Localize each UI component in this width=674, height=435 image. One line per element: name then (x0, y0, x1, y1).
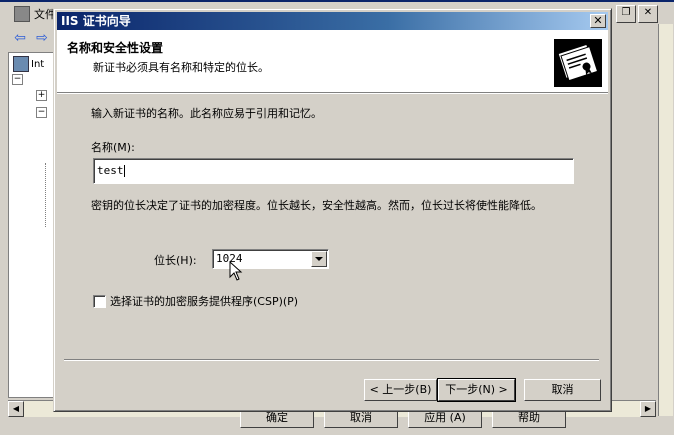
header-divider (57, 93, 608, 94)
dialog-titlebar[interactable]: IIS 证书向导 ✕ (57, 12, 608, 30)
certificate-icon (554, 39, 602, 87)
bg-tree-panel: Int − + − (8, 52, 56, 398)
scroll-left-icon[interactable]: ◀ (8, 401, 24, 417)
page-subtitle: 新证书必须具有名称和特定的位长。 (93, 61, 269, 74)
name-input-value: test (97, 164, 124, 177)
wizard-header: 名称和安全性设置 新证书必须具有名称和特定的位长。 (57, 30, 608, 93)
back-button[interactable]: < 上一步(B) (364, 379, 437, 401)
intro-text: 输入新证书的名称。此名称应易于引用和记忆。 (91, 107, 322, 120)
mouse-cursor-icon (229, 261, 243, 281)
close-icon[interactable]: ✕ (638, 5, 658, 23)
dialog-title: IIS 证书向导 (61, 14, 131, 28)
next-button[interactable]: 下一步(N) > (437, 378, 516, 402)
close-icon[interactable]: ✕ (590, 14, 606, 28)
text-caret (123, 165, 125, 177)
certificate-name-input[interactable]: test (93, 158, 574, 184)
tree-collapse-icon[interactable]: − (36, 107, 47, 118)
forward-arrow-icon[interactable]: ⇨ (32, 30, 52, 46)
back-arrow-icon[interactable]: ⇦ (10, 30, 30, 46)
certificate-wizard-dialog: IIS 证书向导 ✕ 名称和安全性设置 新证书必须具有名称和特定的位长。 输入新… (53, 8, 612, 412)
page-title: 名称和安全性设置 (67, 41, 164, 55)
bg-window-controls: ❐ ✕ (616, 5, 658, 23)
restore-icon[interactable]: ❐ (616, 5, 636, 23)
csp-checkbox[interactable] (93, 294, 106, 308)
tree-collapse-icon[interactable]: − (12, 74, 23, 85)
bit-length-explanation: 密钥的位长决定了证书的加密程度。位长越长，安全性越高。然而，位长过长将使性能降低… (91, 199, 542, 212)
computer-icon (13, 56, 29, 72)
csp-label: 选择证书的加密服务提供程序(CSP)(P) (110, 295, 299, 308)
button-separator (64, 359, 599, 361)
bg-menu-file[interactable]: 文件 (14, 6, 56, 22)
name-label: 名称(M): (91, 141, 135, 154)
bit-length-label: 位长(H): (154, 254, 197, 267)
tree-line (45, 163, 46, 227)
chevron-down-icon[interactable] (311, 251, 327, 267)
tree-root[interactable]: Int (13, 56, 44, 72)
csp-checkbox-row[interactable]: 选择证书的加密服务提供程序(CSP)(P) (93, 293, 298, 309)
tree-expand-icon[interactable]: + (36, 90, 47, 101)
cancel-button[interactable]: 取消 (524, 379, 601, 401)
app-icon (14, 6, 30, 22)
scroll-right-icon[interactable]: ▶ (640, 401, 656, 417)
bg-vertical-scrollbar[interactable] (658, 24, 673, 416)
